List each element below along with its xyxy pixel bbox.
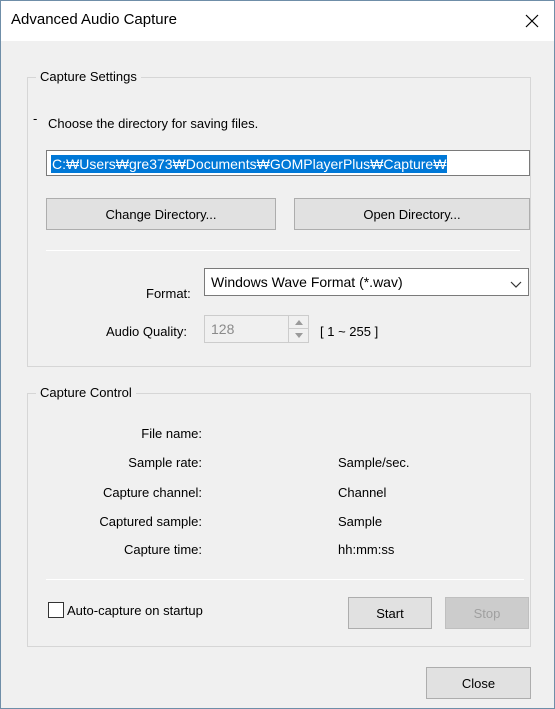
auto-capture-checkbox[interactable] (48, 602, 64, 618)
title-bar: Advanced Audio Capture (1, 1, 554, 41)
settings-divider (46, 250, 520, 251)
audio-quality-label: Audio Quality: (106, 324, 187, 339)
spin-up-arrow-icon[interactable] (289, 316, 308, 329)
close-icon[interactable] (510, 1, 554, 41)
spin-down-arrow-icon[interactable] (289, 329, 308, 342)
audio-quality-value: 128 (211, 321, 235, 337)
sample-rate-label: Sample rate: (128, 455, 202, 470)
capture-control-legend: Capture Control (36, 385, 136, 400)
stop-button[interactable]: Stop (445, 597, 529, 629)
captured-sample-label: Captured sample: (99, 514, 202, 529)
captured-sample-unit: Sample (338, 514, 383, 529)
window-title: Advanced Audio Capture (11, 11, 177, 28)
capture-time-unit: hh:mm:ss (338, 542, 395, 557)
format-value: Windows Wave Format (*.wav) (211, 274, 403, 290)
change-directory-button[interactable]: Change Directory... (46, 198, 276, 230)
capture-time-label: Capture time: (123, 542, 202, 557)
capture-control-group: Capture Control File name: Sample rate: … (27, 385, 531, 647)
open-directory-button[interactable]: Open Directory... (294, 198, 530, 230)
quality-spin-buttons (288, 316, 308, 342)
capture-channel-label: Capture channel: (102, 485, 202, 500)
directory-path-text: C:₩Users₩gre373₩Documents₩GOMPlayerPlus₩… (51, 155, 448, 173)
chevron-down-icon (510, 277, 522, 292)
capture-settings-legend: Capture Settings (36, 69, 141, 84)
audio-quality-stepper[interactable]: 128 (204, 315, 309, 343)
directory-hint: Choose the directory for saving files. (48, 116, 259, 131)
advanced-audio-capture-dialog: Advanced Audio Capture Capture Settings … (0, 0, 555, 709)
start-button[interactable]: Start (348, 597, 432, 629)
file-name-label: File name: (141, 426, 202, 441)
sample-rate-unit: Sample/sec. (338, 455, 410, 470)
format-select[interactable]: Windows Wave Format (*.wav) (204, 268, 529, 296)
close-button[interactable]: Close (426, 667, 531, 699)
format-label: Format: (146, 286, 191, 301)
capture-channel-unit: Channel (338, 485, 387, 500)
control-divider (46, 579, 524, 580)
capture-settings-group: Capture Settings - Choose the directory … (27, 69, 531, 367)
directory-path-field[interactable]: C:₩Users₩gre373₩Documents₩GOMPlayerPlus₩… (46, 150, 530, 176)
audio-quality-range: [ 1 ~ 255 ] (320, 324, 379, 339)
auto-capture-label[interactable]: Auto-capture on startup (67, 603, 203, 618)
hint-dash: - (33, 111, 38, 126)
